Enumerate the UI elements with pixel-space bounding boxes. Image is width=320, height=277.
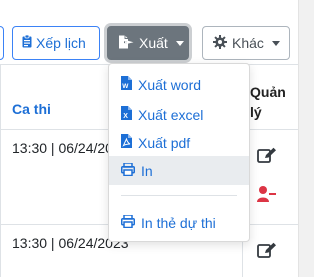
schedule-button-label: Xếp lịch [36, 35, 86, 51]
schedule-button[interactable]: Xếp lịch [12, 26, 100, 60]
menu-item-label: Xuất word [138, 76, 202, 93]
chevron-down-icon [175, 40, 184, 46]
menu-item-label: Xuất pdf [138, 134, 191, 151]
svg-text:X: X [123, 113, 128, 120]
menu-item-label: Xuất excel [138, 106, 204, 123]
export-button-label: Xuất [139, 35, 168, 51]
svg-text:W: W [122, 83, 129, 90]
menu-item-export-word[interactable]: W Xuất word [109, 70, 249, 99]
menu-item-export-excel[interactable]: X Xuất excel [109, 100, 249, 129]
scrollbar[interactable] [298, 0, 314, 277]
export-button[interactable]: Xuất [107, 26, 189, 60]
file-export-icon [118, 35, 134, 52]
export-dropdown-menu: W Xuất word X Xuất excel Xuất pdf In In … [108, 63, 250, 242]
file-pdf-icon [121, 134, 132, 151]
chevron-down-icon [271, 40, 280, 46]
printer-icon [121, 213, 135, 231]
file-excel-icon: X [121, 106, 132, 123]
other-button[interactable]: Khác [202, 26, 290, 60]
other-button-label: Khác [232, 35, 264, 51]
menu-item-label: In [141, 162, 153, 179]
menu-item-print[interactable]: In [109, 156, 249, 185]
column-header-manage: Quản lý [250, 84, 286, 120]
column-header-session[interactable]: Ca thi [12, 101, 51, 117]
gear-icon [213, 34, 227, 52]
clipboard-icon [22, 34, 32, 51]
page: Xếp lịch Xuất Khác Ca thi Quản lý 13:30 … [0, 0, 314, 277]
menu-item-print-exam-card[interactable]: In thẻ dự thi [109, 208, 249, 237]
menu-item-export-pdf[interactable]: Xuất pdf [109, 128, 249, 157]
remove-user-icon[interactable] [257, 185, 277, 203]
file-word-icon: W [121, 76, 132, 93]
edit-icon[interactable] [257, 242, 277, 260]
toolbar-edge-button[interactable] [0, 26, 4, 60]
menu-item-label: In thẻ dự thi [141, 214, 216, 231]
menu-divider [121, 195, 237, 196]
printer-icon [121, 161, 135, 179]
edit-icon[interactable] [257, 147, 277, 165]
column-divider [0, 64, 1, 277]
